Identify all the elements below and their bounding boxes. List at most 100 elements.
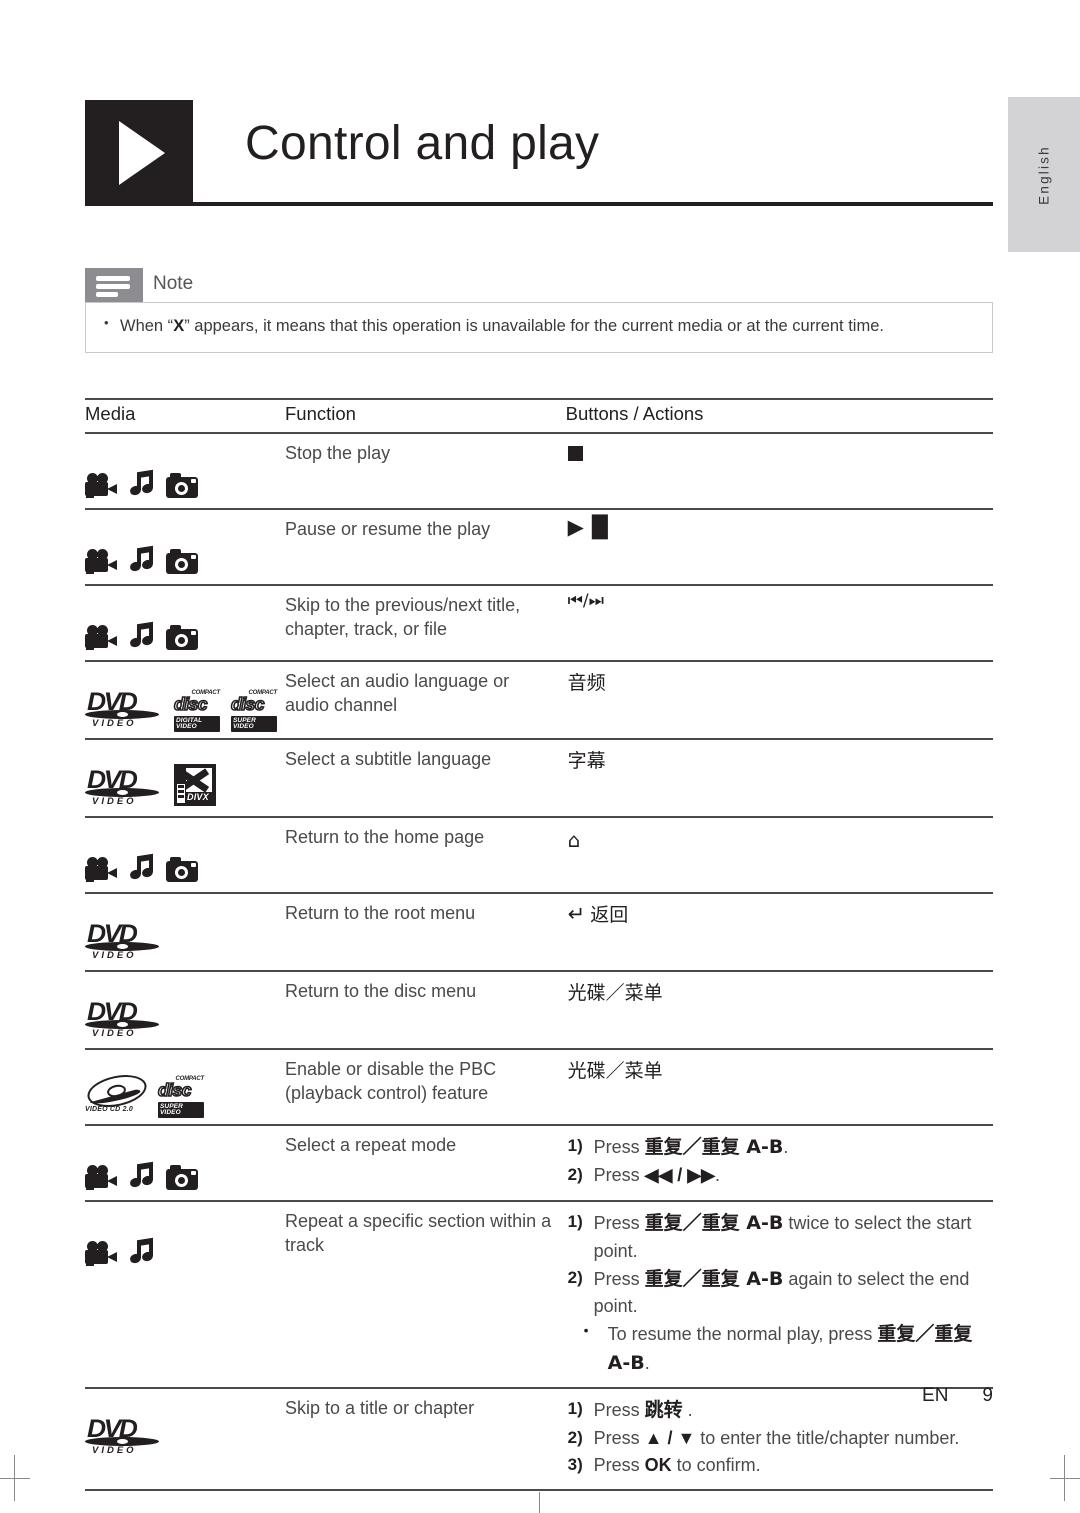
crop-mark [539,1492,540,1513]
camcorder-icon [85,625,119,650]
subtitle-button-label: 字幕 [567,750,606,772]
step-post: . [715,1164,721,1185]
step-keyword: 重复／重复 A-B [644,1267,784,1290]
dvd-video-logo: DVD VIDEO [85,996,163,1039]
music-note-icon [128,621,155,650]
photo-camera-icon [166,473,198,498]
step-post: to confirm. [671,1454,761,1475]
photo-camera-icon [166,857,198,882]
page-footer: EN 9 [85,1385,993,1407]
column-header-buttons: Buttons / Actions [565,398,993,434]
play-triangle-icon [85,100,193,206]
crop-mark [0,1478,30,1479]
table-row: Pause or resume the play ▶▐▌ [85,509,993,586]
footer-page-number: 9 [982,1385,993,1406]
buttons-cell: ⌂ [565,817,993,894]
table-row: DVD VIDEO DIVX Select a subtitle languag… [85,739,993,818]
crop-mark [1050,1478,1080,1479]
buttons-cell: 光碟／菜单 [565,971,993,1050]
camcorder-icon [85,549,119,574]
divx-logo-word: DIVX [187,791,209,802]
dvd-logo-sub: VIDEO [92,718,137,729]
buttons-cell: ▶▐▌ [565,509,993,586]
function-cell: Return to the disc menu [285,971,566,1050]
buttons-cell: 光碟／菜单 [565,1049,993,1126]
step-keyword: OK [644,1454,672,1475]
step-keyword: ◀◀ / ▶▶ [644,1164,715,1185]
step-number: 1) [567,1136,583,1155]
function-cell: Pause or resume the play [285,509,566,586]
back-button-label: 返回 [590,904,629,926]
buttons-cell: 音频 [565,661,993,740]
page-header: Control and play [85,100,993,212]
note-text-post: ” appears, it means that this operation … [184,317,884,335]
step-keyword: ▲ / ▼ [644,1427,696,1448]
play-pause-icon: ▶▐▌ [567,515,617,539]
media-cell [85,509,285,586]
steps-list: 1) Press 重复／重复 A-B twice to select the st… [568,1209,993,1377]
column-header-media: Media [85,398,285,434]
buttons-cell [565,433,993,510]
dvd-logo-sub: VIDEO [92,796,137,807]
function-cell: Enable or disable the PBC (playback cont… [285,1049,566,1126]
table-row: DVD VIDEO COMPACT disc DIGITAL VIDEO COM… [85,661,993,740]
media-cell: DVD VIDEO [85,893,285,972]
step-item: 3) Press OK to confirm. [568,1452,993,1479]
step-item: 2) Press 重复／重复 A-B again to select the en… [568,1265,993,1321]
language-side-tab: English [1008,97,1080,252]
language-side-tab-label: English [1036,144,1052,205]
step-item: 2) Press ▲ / ▼ to enter the title/chapter… [568,1425,993,1452]
video-cd-logo-sub: VIDEO CD 2.0 [85,1105,133,1113]
step-keyword: 重复／重复 A-B [644,1212,784,1234]
step-bullet: • [583,1322,589,1338]
note-text-pre: When “ [120,317,174,335]
step-item: 2) Press ◀◀ / ▶▶. [568,1162,993,1189]
audio-button-label: 音频 [567,672,606,694]
step-pre: Press [593,1213,645,1233]
note-box: Note When “X” appears, it means that thi… [85,268,993,353]
function-cell: Select a subtitle language [285,739,566,818]
buttons-cell: 1) Press 重复／重复 A-B. 2) Press ◀◀ / ▶▶. [565,1125,993,1202]
step-item: • To resume the normal play, press 重复／重复 … [568,1320,993,1377]
page-title: Control and play [245,117,600,170]
step-post: . [783,1137,789,1157]
footer-language-code: EN [922,1385,949,1406]
photo-camera-icon [166,625,198,650]
cd-logo-word: disc [157,1080,192,1100]
dvd-video-logo: DVD VIDEO [85,1413,163,1456]
music-note-icon [128,469,155,498]
step-number: 2) [567,1164,583,1184]
pbc-button-label: 光碟／菜单 [567,1060,663,1082]
stop-square-icon [567,446,583,461]
home-icon: ⌂ [567,828,581,852]
cd-logo-sub: SUPER VIDEO [231,716,277,732]
photo-camera-icon [166,549,198,574]
note-item: When “X” appears, it means that this ope… [100,315,978,337]
table-header-row: Media Function Buttons / Actions [85,398,993,434]
step-number: 3) [567,1454,583,1474]
media-cell: DVD VIDEO [85,971,285,1050]
camcorder-icon [85,1241,119,1266]
function-cell: Select a repeat mode [285,1125,566,1202]
prev-next-icon: ⏮/⏭ [567,591,604,611]
table-row: Stop the play [85,433,993,510]
function-cell: Repeat a specific section within a track [285,1201,566,1389]
function-cell: Skip to the previous/next title, chapter… [285,585,566,662]
dvd-video-logo: DVD VIDEO [85,918,163,961]
dvd-video-logo: DVD VIDEO [85,764,163,807]
dvd-logo-sub: VIDEO [92,950,137,961]
dvd-logo-sub: VIDEO [92,1028,137,1039]
table-row: VIDEO CD 2.0 COMPACT disc SUPER VIDEO En… [84,1049,993,1126]
media-cell [85,585,285,662]
note-body: When “X” appears, it means that this ope… [85,302,993,353]
steps-list: 1) Press 重复／重复 A-B. 2) Press ◀◀ / ▶▶. [568,1133,993,1189]
buttons-cell: 1) Press 重复／重复 A-B twice to select the st… [565,1201,993,1389]
step-pre: Press [593,1164,645,1185]
music-note-icon [128,853,155,882]
column-header-function: Function [285,398,566,434]
table-row: DVD VIDEO Return to the disc menu 光碟／菜单 [85,971,993,1050]
photo-camera-icon [166,1165,198,1190]
media-cell [85,1125,285,1202]
media-cell: DVD VIDEO COMPACT disc DIGITAL VIDEO COM… [85,661,285,740]
video-cd-logo: VIDEO CD 2.0 [84,1070,150,1114]
